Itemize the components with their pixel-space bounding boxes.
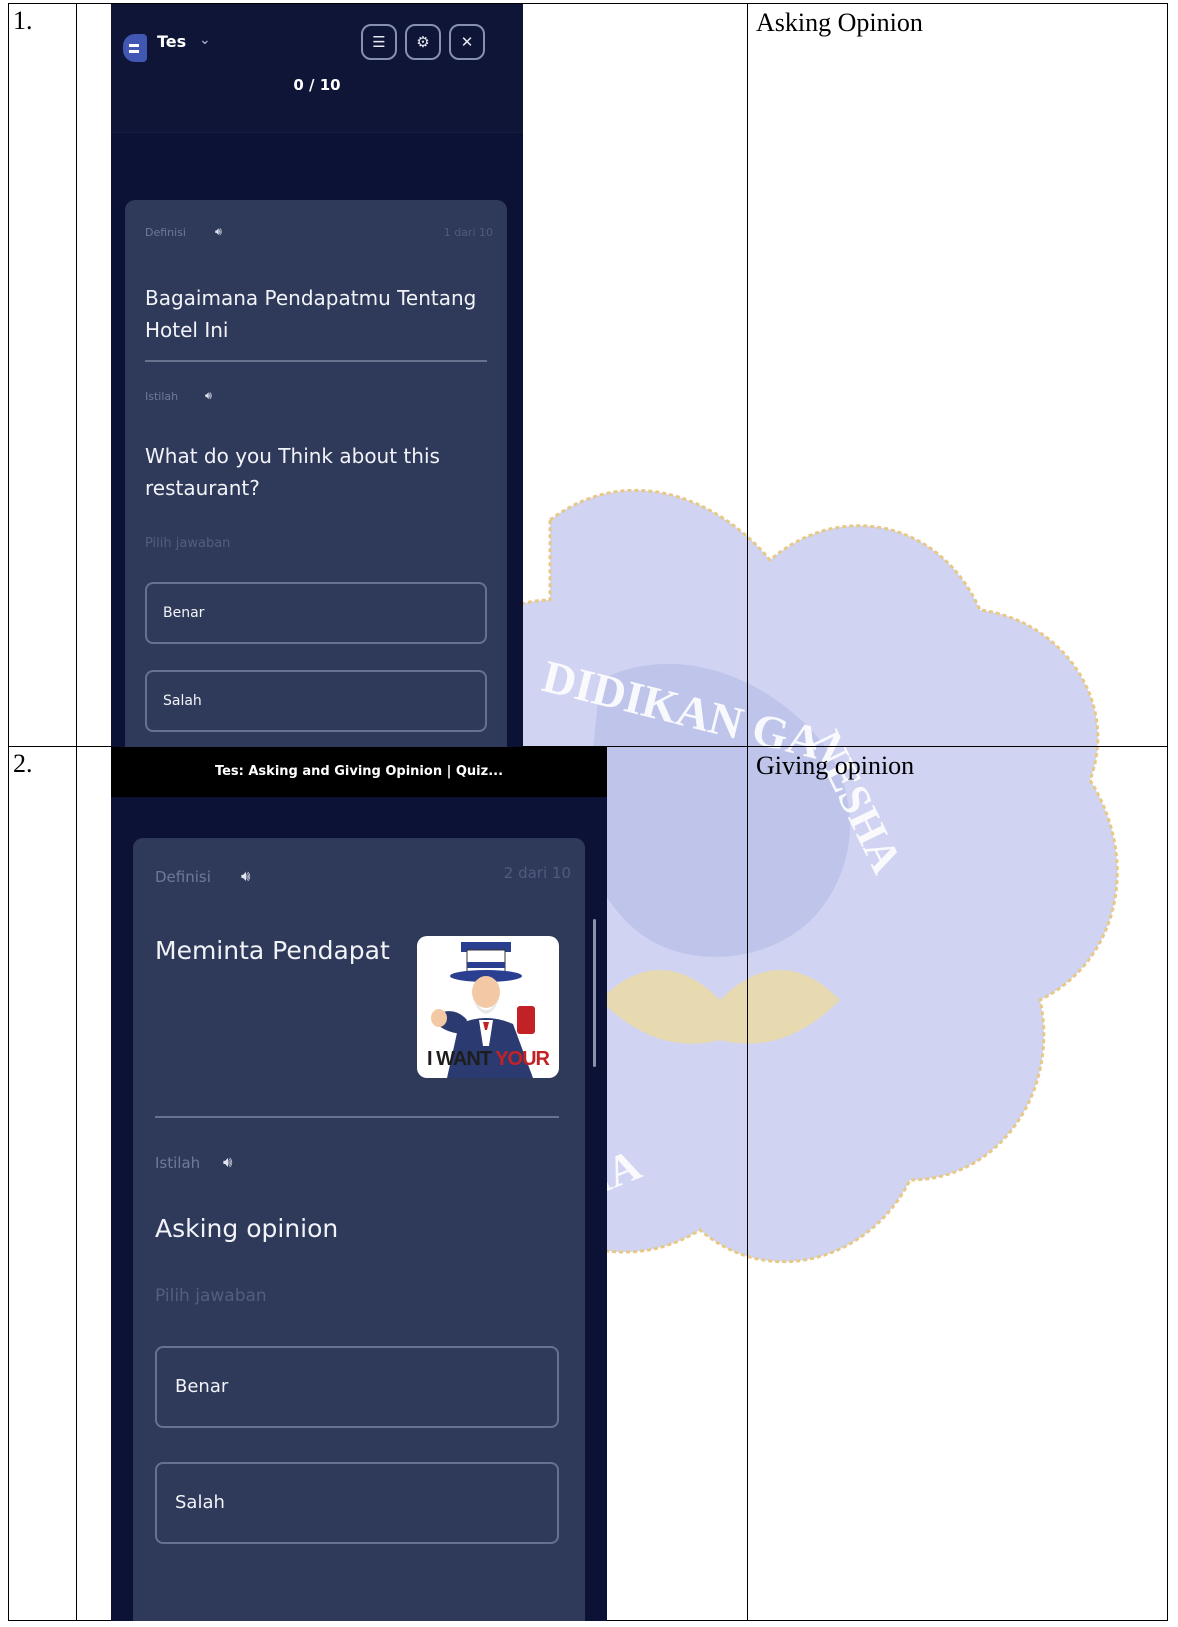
row-description: Giving opinion <box>756 751 915 780</box>
question-card: Definisi 🔊︎ 2 dari 10 Meminta Pendapat I… <box>133 838 585 1621</box>
definition-text: Bagaimana Pendapatmu Tentang Hotel Ini <box>145 286 477 342</box>
close-button[interactable]: ✕ <box>449 24 485 60</box>
chevron-down-icon[interactable]: ⌄ <box>199 32 211 48</box>
speaker-icon[interactable]: 🔊︎ <box>223 1153 232 1171</box>
term-label: Istilah <box>155 1154 201 1172</box>
answer-prompt: Pilih jawaban <box>155 1286 267 1306</box>
question-card: Definisi 🔊︎ 1 dari 10 Bagaimana Pendapat… <box>125 200 507 747</box>
card-divider <box>155 1116 559 1118</box>
row-number-cell: 2. <box>8 746 77 1621</box>
description-cell: Giving opinion <box>747 746 1168 1621</box>
document-table: 1. Tes ⌄ ☰ ⚙ ✕ 0 / 10 Definisi 🔊︎ 1 dari… <box>8 3 1168 1621</box>
quiz-header: Tes ⌄ ☰ ⚙ ✕ 0 / 10 <box>111 4 523 133</box>
answer-prompt: Pilih jawaban <box>145 536 231 551</box>
scrollbar[interactable] <box>593 919 596 1067</box>
question-counter: 2 dari 10 <box>503 864 571 882</box>
term-label: Istilah <box>145 390 179 403</box>
quiz-screenshot-1: Tes ⌄ ☰ ⚙ ✕ 0 / 10 Definisi 🔊︎ 1 dari 10… <box>111 4 523 747</box>
options-menu-button[interactable]: ☰ <box>361 24 397 60</box>
speaker-icon[interactable]: 🔊︎ <box>241 867 250 885</box>
answer-option-true[interactable]: Benar <box>145 582 487 644</box>
term-text: Asking opinion <box>155 1214 339 1243</box>
speaker-icon[interactable]: 🔊︎ <box>205 389 212 403</box>
screenshot-cell: Tes: Asking and Giving Opinion | Quiz...… <box>76 746 748 1621</box>
table-row: 1. Tes ⌄ ☰ ⚙ ✕ 0 / 10 Definisi 🔊︎ 1 dari… <box>8 3 1168 747</box>
poster-caption: I WANT YOUR <box>427 1048 550 1070</box>
row-description: Asking Opinion <box>756 8 923 37</box>
speaker-icon[interactable]: 🔊︎ <box>215 225 222 239</box>
term-text: What do you Think about this restaurant? <box>145 444 440 500</box>
screenshot-cell: Tes ⌄ ☰ ⚙ ✕ 0 / 10 Definisi 🔊︎ 1 dari 10… <box>76 3 748 747</box>
description-cell: Asking Opinion <box>747 3 1168 747</box>
question-counter: 1 dari 10 <box>443 226 493 239</box>
table-row: 2. Tes: Asking and Giving Opinion | Quiz… <box>8 746 1168 1621</box>
progress-counter: 0 / 10 <box>293 76 341 94</box>
answer-option-false[interactable]: Salah <box>145 670 487 732</box>
answer-option-true[interactable]: Benar <box>155 1346 559 1428</box>
row-number: 2. <box>13 749 33 778</box>
set-name[interactable]: Tes <box>157 32 186 51</box>
uncle-sam-poster-image: I WANT YOUR <box>417 936 559 1078</box>
window-title: Tes: Asking and Giving Opinion | Quiz... <box>111 747 607 797</box>
answer-option-false[interactable]: Salah <box>155 1462 559 1544</box>
card-divider <box>145 360 487 362</box>
row-number-cell: 1. <box>8 3 77 747</box>
settings-gear-button[interactable]: ⚙ <box>405 24 441 60</box>
definition-label: Definisi <box>145 226 186 239</box>
row-number: 1. <box>13 6 33 35</box>
quizlet-set-icon <box>123 34 147 62</box>
definition-label: Definisi <box>155 868 211 886</box>
quiz-screenshot-2: Tes: Asking and Giving Opinion | Quiz...… <box>111 747 607 1621</box>
definition-text: Meminta Pendapat <box>155 936 390 965</box>
